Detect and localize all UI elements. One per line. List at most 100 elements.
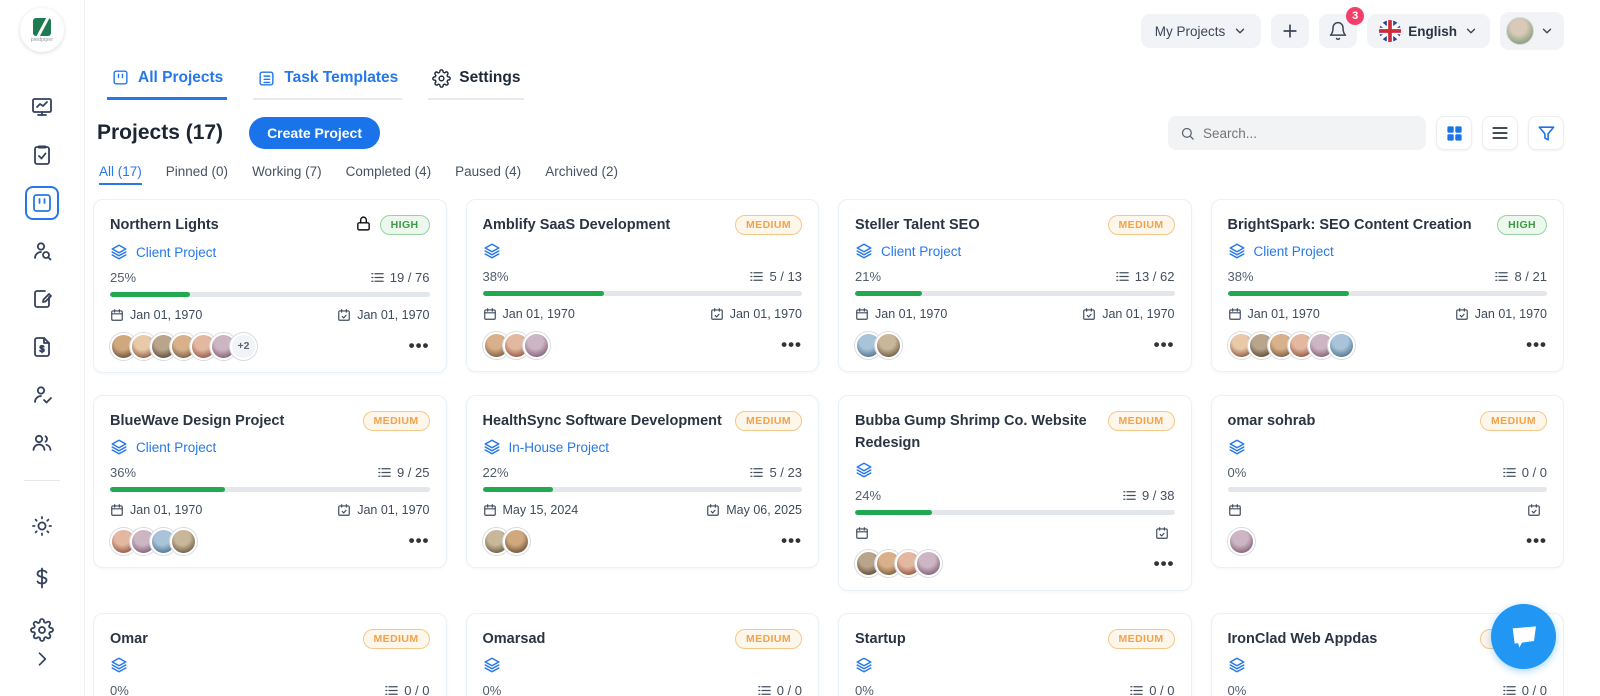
sidebar-expand-button[interactable] xyxy=(32,649,52,674)
project-type[interactable] xyxy=(110,656,430,674)
sidebar-item-proposals[interactable] xyxy=(25,282,59,316)
filter-working-7-[interactable]: Working (7) xyxy=(252,164,322,185)
my-projects-dropdown[interactable]: My Projects xyxy=(1140,14,1262,48)
project-type[interactable] xyxy=(483,656,803,674)
project-type[interactable]: Client Project xyxy=(1228,242,1548,260)
member-avatars[interactable] xyxy=(1227,527,1255,555)
progress-bar xyxy=(482,487,802,493)
card-menu-button[interactable]: ••• xyxy=(1154,555,1175,572)
project-type[interactable] xyxy=(483,242,803,260)
notifications-button[interactable]: 3 xyxy=(1319,7,1365,48)
project-card[interactable]: BlueWave Design Project MEDIUM Client Pr… xyxy=(93,395,447,569)
member-avatars[interactable] xyxy=(855,331,902,359)
bell-icon xyxy=(1329,21,1347,41)
member-avatar[interactable] xyxy=(502,527,530,555)
member-avatars[interactable]: +2 xyxy=(110,332,257,360)
due-date-label: Jan 01, 1970 xyxy=(1474,307,1547,322)
project-type[interactable] xyxy=(1228,656,1548,674)
sidebar-item-projects[interactable] xyxy=(25,186,59,220)
project-card[interactable]: omar sohrab MEDIUM 0% 0 / 0 ••• xyxy=(1210,395,1564,569)
language-selector[interactable]: English xyxy=(1367,14,1490,48)
filter-all-17-[interactable]: All (17) xyxy=(99,164,142,185)
filter-completed-4-[interactable]: Completed (4) xyxy=(346,164,432,185)
card-menu-button[interactable]: ••• xyxy=(1526,336,1547,353)
member-avatar[interactable] xyxy=(1327,331,1355,359)
filter-paused-4-[interactable]: Paused (4) xyxy=(455,164,521,185)
search-box[interactable] xyxy=(1168,116,1426,150)
create-project-button[interactable]: Create Project xyxy=(249,117,380,149)
project-card[interactable]: Amblify SaaS Development MEDIUM 38% 5 / … xyxy=(465,199,819,373)
member-avatar[interactable] xyxy=(875,331,902,359)
sidebar-tool-settings[interactable] xyxy=(25,613,59,647)
member-avatar[interactable] xyxy=(1227,527,1255,555)
list-view-button[interactable] xyxy=(1482,116,1518,150)
chat-button[interactable] xyxy=(1491,604,1556,669)
sidebar-item-team[interactable] xyxy=(25,426,59,460)
project-type[interactable] xyxy=(1228,438,1548,456)
sidebar-item-hr[interactable] xyxy=(25,378,59,412)
calendar-check-icon xyxy=(1083,308,1096,321)
project-title: omar sohrab xyxy=(1227,413,1316,429)
member-avatars[interactable] xyxy=(855,550,942,578)
project-card[interactable]: Steller Talent SEO MEDIUM Client Project… xyxy=(838,199,1192,373)
card-menu-button[interactable]: ••• xyxy=(781,336,802,353)
filter-pinned-0-[interactable]: Pinned (0) xyxy=(166,164,228,185)
card-footer: ••• xyxy=(1227,331,1548,359)
card-menu-button[interactable]: ••• xyxy=(1526,532,1547,549)
card-menu-button[interactable]: ••• xyxy=(409,532,430,549)
project-card[interactable]: BrightSpark: SEO Content Creation HIGH C… xyxy=(1210,199,1564,373)
progress-fill xyxy=(110,487,226,493)
project-type[interactable]: Client Project xyxy=(110,438,430,456)
grid-view-button[interactable] xyxy=(1436,116,1472,150)
project-card[interactable]: Northern Lights HIGH Client Project 25% … xyxy=(93,199,447,373)
tab-settings[interactable]: Settings xyxy=(428,60,525,100)
card-menu-button[interactable]: ••• xyxy=(1154,336,1175,353)
user-menu[interactable] xyxy=(1500,12,1564,50)
filter-archived-2-[interactable]: Archived (2) xyxy=(545,164,618,185)
tab-task-templates[interactable]: Task Templates xyxy=(253,60,403,100)
project-type[interactable] xyxy=(855,656,1175,674)
project-card[interactable]: HealthSync Software Development MEDIUM I… xyxy=(465,395,819,569)
project-type[interactable] xyxy=(855,461,1175,479)
member-avatars[interactable] xyxy=(1227,331,1355,359)
project-card[interactable]: Omar MEDIUM 0% 0 / 0 xyxy=(93,612,447,696)
card-dates: Jan 01, 1970 Jan 01, 1970 xyxy=(1228,307,1547,322)
app-logo[interactable]: piedpiper xyxy=(20,8,64,52)
sidebar-tool-finance[interactable] xyxy=(25,561,59,595)
filter-button[interactable] xyxy=(1528,116,1564,150)
progress-fill xyxy=(1227,291,1349,297)
search-input[interactable] xyxy=(1203,125,1414,141)
extra-members-badge[interactable]: +2 xyxy=(230,332,257,360)
sidebar-item-dashboard[interactable] xyxy=(25,90,59,124)
card-menu-button[interactable]: ••• xyxy=(409,337,430,354)
progress-fill xyxy=(855,509,932,515)
member-avatar[interactable] xyxy=(170,527,197,555)
project-type-label: Client Project xyxy=(881,243,962,259)
status-filters: All (17) Pinned (0) Working (7) Completed (… xyxy=(93,164,1564,185)
member-avatar[interactable] xyxy=(522,331,550,359)
quick-add-button[interactable] xyxy=(1271,14,1310,48)
calendar-icon xyxy=(483,504,496,517)
progress-bar xyxy=(855,291,1175,297)
sidebar-item-tasks[interactable] xyxy=(25,138,59,172)
sidebar-item-invoices[interactable]: $ xyxy=(25,330,59,364)
chevron-down-icon xyxy=(1236,28,1245,34)
project-type[interactable]: Client Project xyxy=(110,243,430,261)
progress-bar xyxy=(1227,487,1547,493)
sidebar-item-client-search[interactable] xyxy=(25,234,59,268)
member-avatars[interactable] xyxy=(110,527,197,555)
member-avatar[interactable] xyxy=(915,550,942,578)
sidebar-tool-theme[interactable] xyxy=(25,509,59,543)
project-type[interactable]: Client Project xyxy=(855,242,1175,260)
tab-all-projects[interactable]: All Projects xyxy=(107,60,228,100)
project-card[interactable]: Bubba Gump Shrimp Co. Website Redesign M… xyxy=(838,395,1192,591)
project-type[interactable]: In-House Project xyxy=(483,438,803,456)
project-card[interactable]: Startup MEDIUM 0% 0 / 0 xyxy=(838,612,1192,696)
member-avatars[interactable] xyxy=(482,331,550,359)
member-avatars[interactable] xyxy=(482,527,530,555)
my-projects-label: My Projects xyxy=(1154,23,1226,39)
card-menu-button[interactable]: ••• xyxy=(781,532,802,549)
task-list-icon xyxy=(750,272,764,282)
list-box-icon xyxy=(257,69,276,88)
project-card[interactable]: Omarsad MEDIUM 0% 0 / 0 xyxy=(465,612,819,696)
